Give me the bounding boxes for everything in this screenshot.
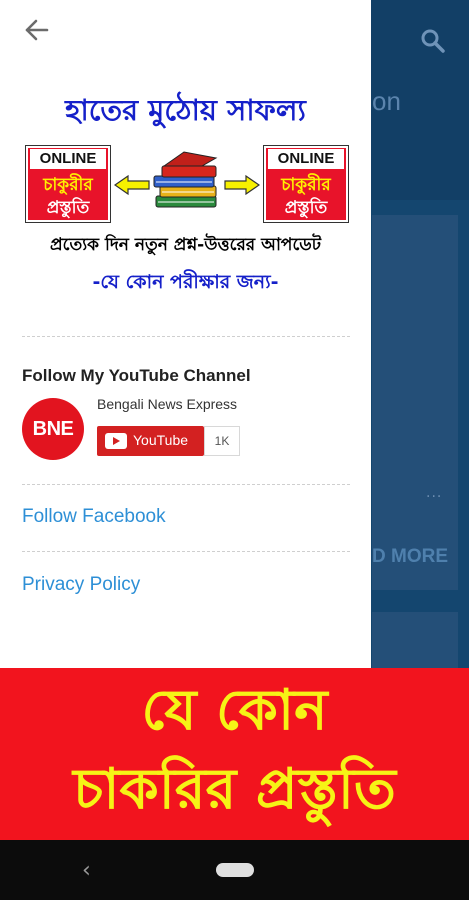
more-options-icon[interactable]: ... xyxy=(426,485,442,501)
divider xyxy=(22,484,350,485)
banner-subtitle: প্রত্যেক দিন নতুন প্রশ্ন-উত্তরের আপডেট xyxy=(49,235,322,255)
promo-line-1: যে কোন xyxy=(141,678,328,743)
youtube-subscribe-button[interactable]: YouTube xyxy=(97,426,204,456)
banner-tagline: -যে কোন পরীক্ষার জন্য- xyxy=(92,271,279,293)
navigation-drawer: হাতের মুঠোয় সাফল্য ONLINE চাকুরীর প্রস্… xyxy=(0,0,371,670)
app-title-fragment: on xyxy=(372,86,401,116)
subscriber-count: 1K xyxy=(204,426,240,456)
nav-home-pill[interactable] xyxy=(216,863,254,877)
online-badge: ONLINE চাকুরীর প্রস্তুতি xyxy=(25,145,111,223)
arrow-left-icon xyxy=(113,174,150,196)
divider xyxy=(22,336,350,337)
badge-line-2: প্রস্তুতি xyxy=(46,198,90,218)
badge-line-2: প্রস্তুতি xyxy=(284,198,328,218)
background-card[interactable] xyxy=(372,215,458,590)
promo-banner: যে কোন চাকরির প্রস্তুতি xyxy=(0,668,469,840)
nav-back-icon[interactable]: ‹ xyxy=(82,858,91,883)
youtube-play-icon xyxy=(105,433,127,449)
books-icon xyxy=(150,148,222,214)
banner-title: হাতের মুঠোয় সাফল্য xyxy=(65,93,306,127)
follow-youtube-heading: Follow My YouTube Channel xyxy=(22,366,251,385)
system-nav-bar: ‹ xyxy=(0,840,469,900)
back-arrow-icon[interactable] xyxy=(22,14,54,46)
divider xyxy=(22,551,350,552)
search-icon[interactable] xyxy=(418,26,448,56)
youtube-label: YouTube xyxy=(133,432,189,448)
app-banner: হাতের মুঠোয় সাফল্য ONLINE চাকুরীর প্রস্… xyxy=(0,82,371,307)
follow-facebook-link[interactable]: Follow Facebook xyxy=(22,506,166,528)
channel-avatar[interactable]: BNE xyxy=(22,398,84,460)
badge-online-label: ONLINE xyxy=(30,149,106,169)
read-more-button[interactable]: D MORE xyxy=(372,546,448,568)
privacy-policy-link[interactable]: Privacy Policy xyxy=(22,574,140,596)
badge-online-label: ONLINE xyxy=(268,149,344,169)
promo-line-2: চাকরির প্রস্তুতি xyxy=(73,757,396,822)
online-badge: ONLINE চাকুরীর প্রস্তুতি xyxy=(263,145,349,223)
channel-name[interactable]: Bengali News Express xyxy=(97,396,237,412)
arrow-right-icon xyxy=(224,174,261,196)
